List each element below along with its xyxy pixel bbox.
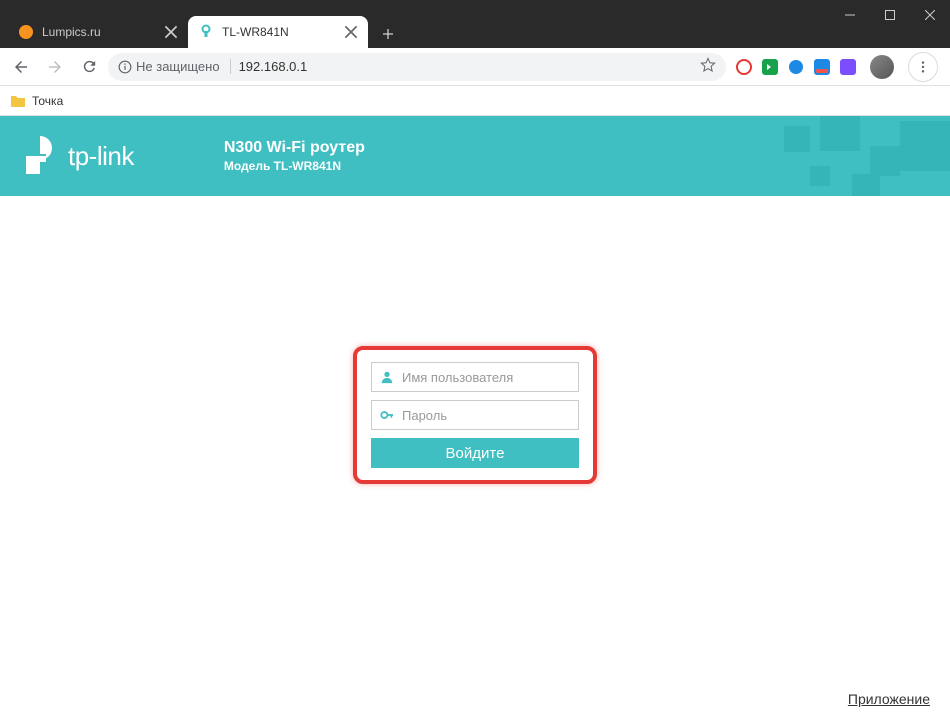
close-icon[interactable] xyxy=(164,25,178,39)
username-input-wrap[interactable] xyxy=(371,362,579,392)
extension-icon[interactable] xyxy=(840,59,856,75)
menu-button[interactable] xyxy=(908,52,938,82)
login-button[interactable]: Войдите xyxy=(371,438,579,468)
login-form: Войдите xyxy=(371,362,579,468)
tab-title: Lumpics.ru xyxy=(42,25,156,39)
router-header: tp-link N300 Wi-Fi роутер Модель TL-WR84… xyxy=(0,116,950,196)
reload-button[interactable] xyxy=(74,52,104,82)
user-icon xyxy=(380,370,394,384)
tab-lumpics[interactable]: Lumpics.ru xyxy=(8,16,188,48)
header-text: N300 Wi-Fi роутер Модель TL-WR841N xyxy=(224,139,365,173)
bookmark-bar: Точка xyxy=(0,86,950,116)
tab-strip: Lumpics.ru TL-WR841N xyxy=(0,12,950,48)
lumpics-favicon-icon xyxy=(18,24,34,40)
brand-name: tp-link xyxy=(68,141,134,172)
close-icon[interactable] xyxy=(344,25,358,39)
extension-icon[interactable] xyxy=(814,59,830,75)
extension-icons xyxy=(730,52,944,82)
security-label: Не защищено xyxy=(136,59,220,74)
password-input-wrap[interactable] xyxy=(371,400,579,430)
router-title: N300 Wi-Fi роутер xyxy=(224,139,365,157)
forward-button[interactable] xyxy=(40,52,70,82)
annotation-highlight: Войдите xyxy=(353,346,597,484)
app-link[interactable]: Приложение xyxy=(848,691,930,707)
tplink-logo-icon xyxy=(20,134,60,178)
username-input[interactable] xyxy=(402,370,578,385)
new-tab-button[interactable] xyxy=(374,20,402,48)
bookmark-item[interactable]: Точка xyxy=(32,94,63,108)
avatar[interactable] xyxy=(870,55,894,79)
tab-title: TL-WR841N xyxy=(222,25,336,39)
page-content: tp-link N300 Wi-Fi роутер Модель TL-WR84… xyxy=(0,116,950,717)
titlebar xyxy=(0,0,950,12)
header-decoration xyxy=(770,116,950,196)
logo-area: tp-link xyxy=(20,134,134,178)
extension-icon[interactable] xyxy=(736,59,752,75)
password-input[interactable] xyxy=(402,408,578,423)
star-icon[interactable] xyxy=(700,57,716,76)
window-controls xyxy=(830,0,950,30)
tab-router[interactable]: TL-WR841N xyxy=(188,16,368,48)
login-area: Войдите xyxy=(353,346,597,484)
extension-icon[interactable] xyxy=(788,59,804,75)
url-text: 192.168.0.1 xyxy=(239,59,308,74)
info-icon xyxy=(118,60,132,74)
key-icon xyxy=(380,408,394,422)
extension-icon[interactable] xyxy=(762,59,778,75)
security-indicator: Не защищено xyxy=(118,59,231,74)
tplink-favicon-icon xyxy=(198,24,214,40)
router-model: Модель TL-WR841N xyxy=(224,159,365,173)
close-window-button[interactable] xyxy=(910,0,950,30)
back-button[interactable] xyxy=(6,52,36,82)
folder-icon xyxy=(10,94,26,108)
omnibox[interactable]: Не защищено 192.168.0.1 xyxy=(108,53,726,81)
address-bar: Не защищено 192.168.0.1 xyxy=(0,48,950,86)
maximize-button[interactable] xyxy=(870,0,910,30)
minimize-button[interactable] xyxy=(830,0,870,30)
